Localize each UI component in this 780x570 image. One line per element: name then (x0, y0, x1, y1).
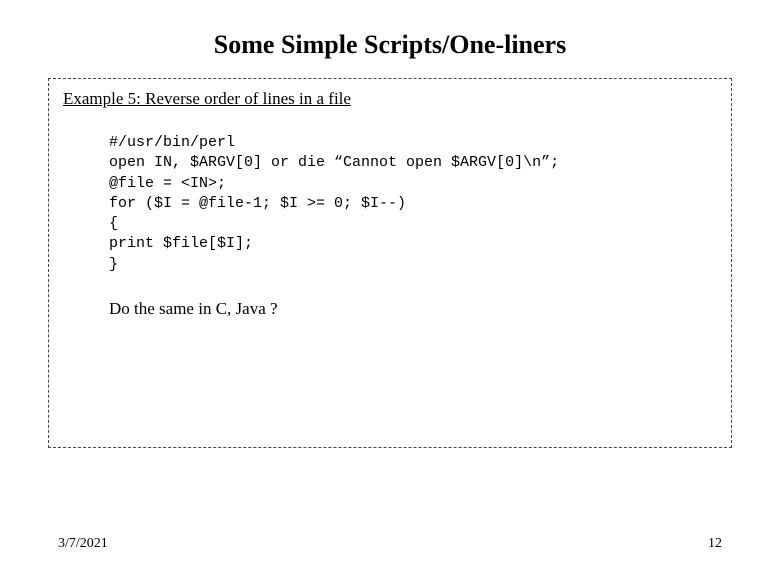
footer-date: 3/7/2021 (58, 536, 108, 552)
example-container: Example 5: Reverse order of lines in a f… (48, 78, 732, 448)
example-heading: Example 5: Reverse order of lines in a f… (49, 79, 731, 115)
footer-page-number: 12 (708, 536, 722, 552)
code-block: #/usr/bin/perl open IN, $ARGV[0] or die … (49, 115, 731, 275)
question-text: Do the same in C, Java ? (49, 275, 731, 319)
slide-footer: 3/7/2021 12 (58, 536, 722, 552)
slide-title: Some Simple Scripts/One-liners (0, 30, 780, 60)
